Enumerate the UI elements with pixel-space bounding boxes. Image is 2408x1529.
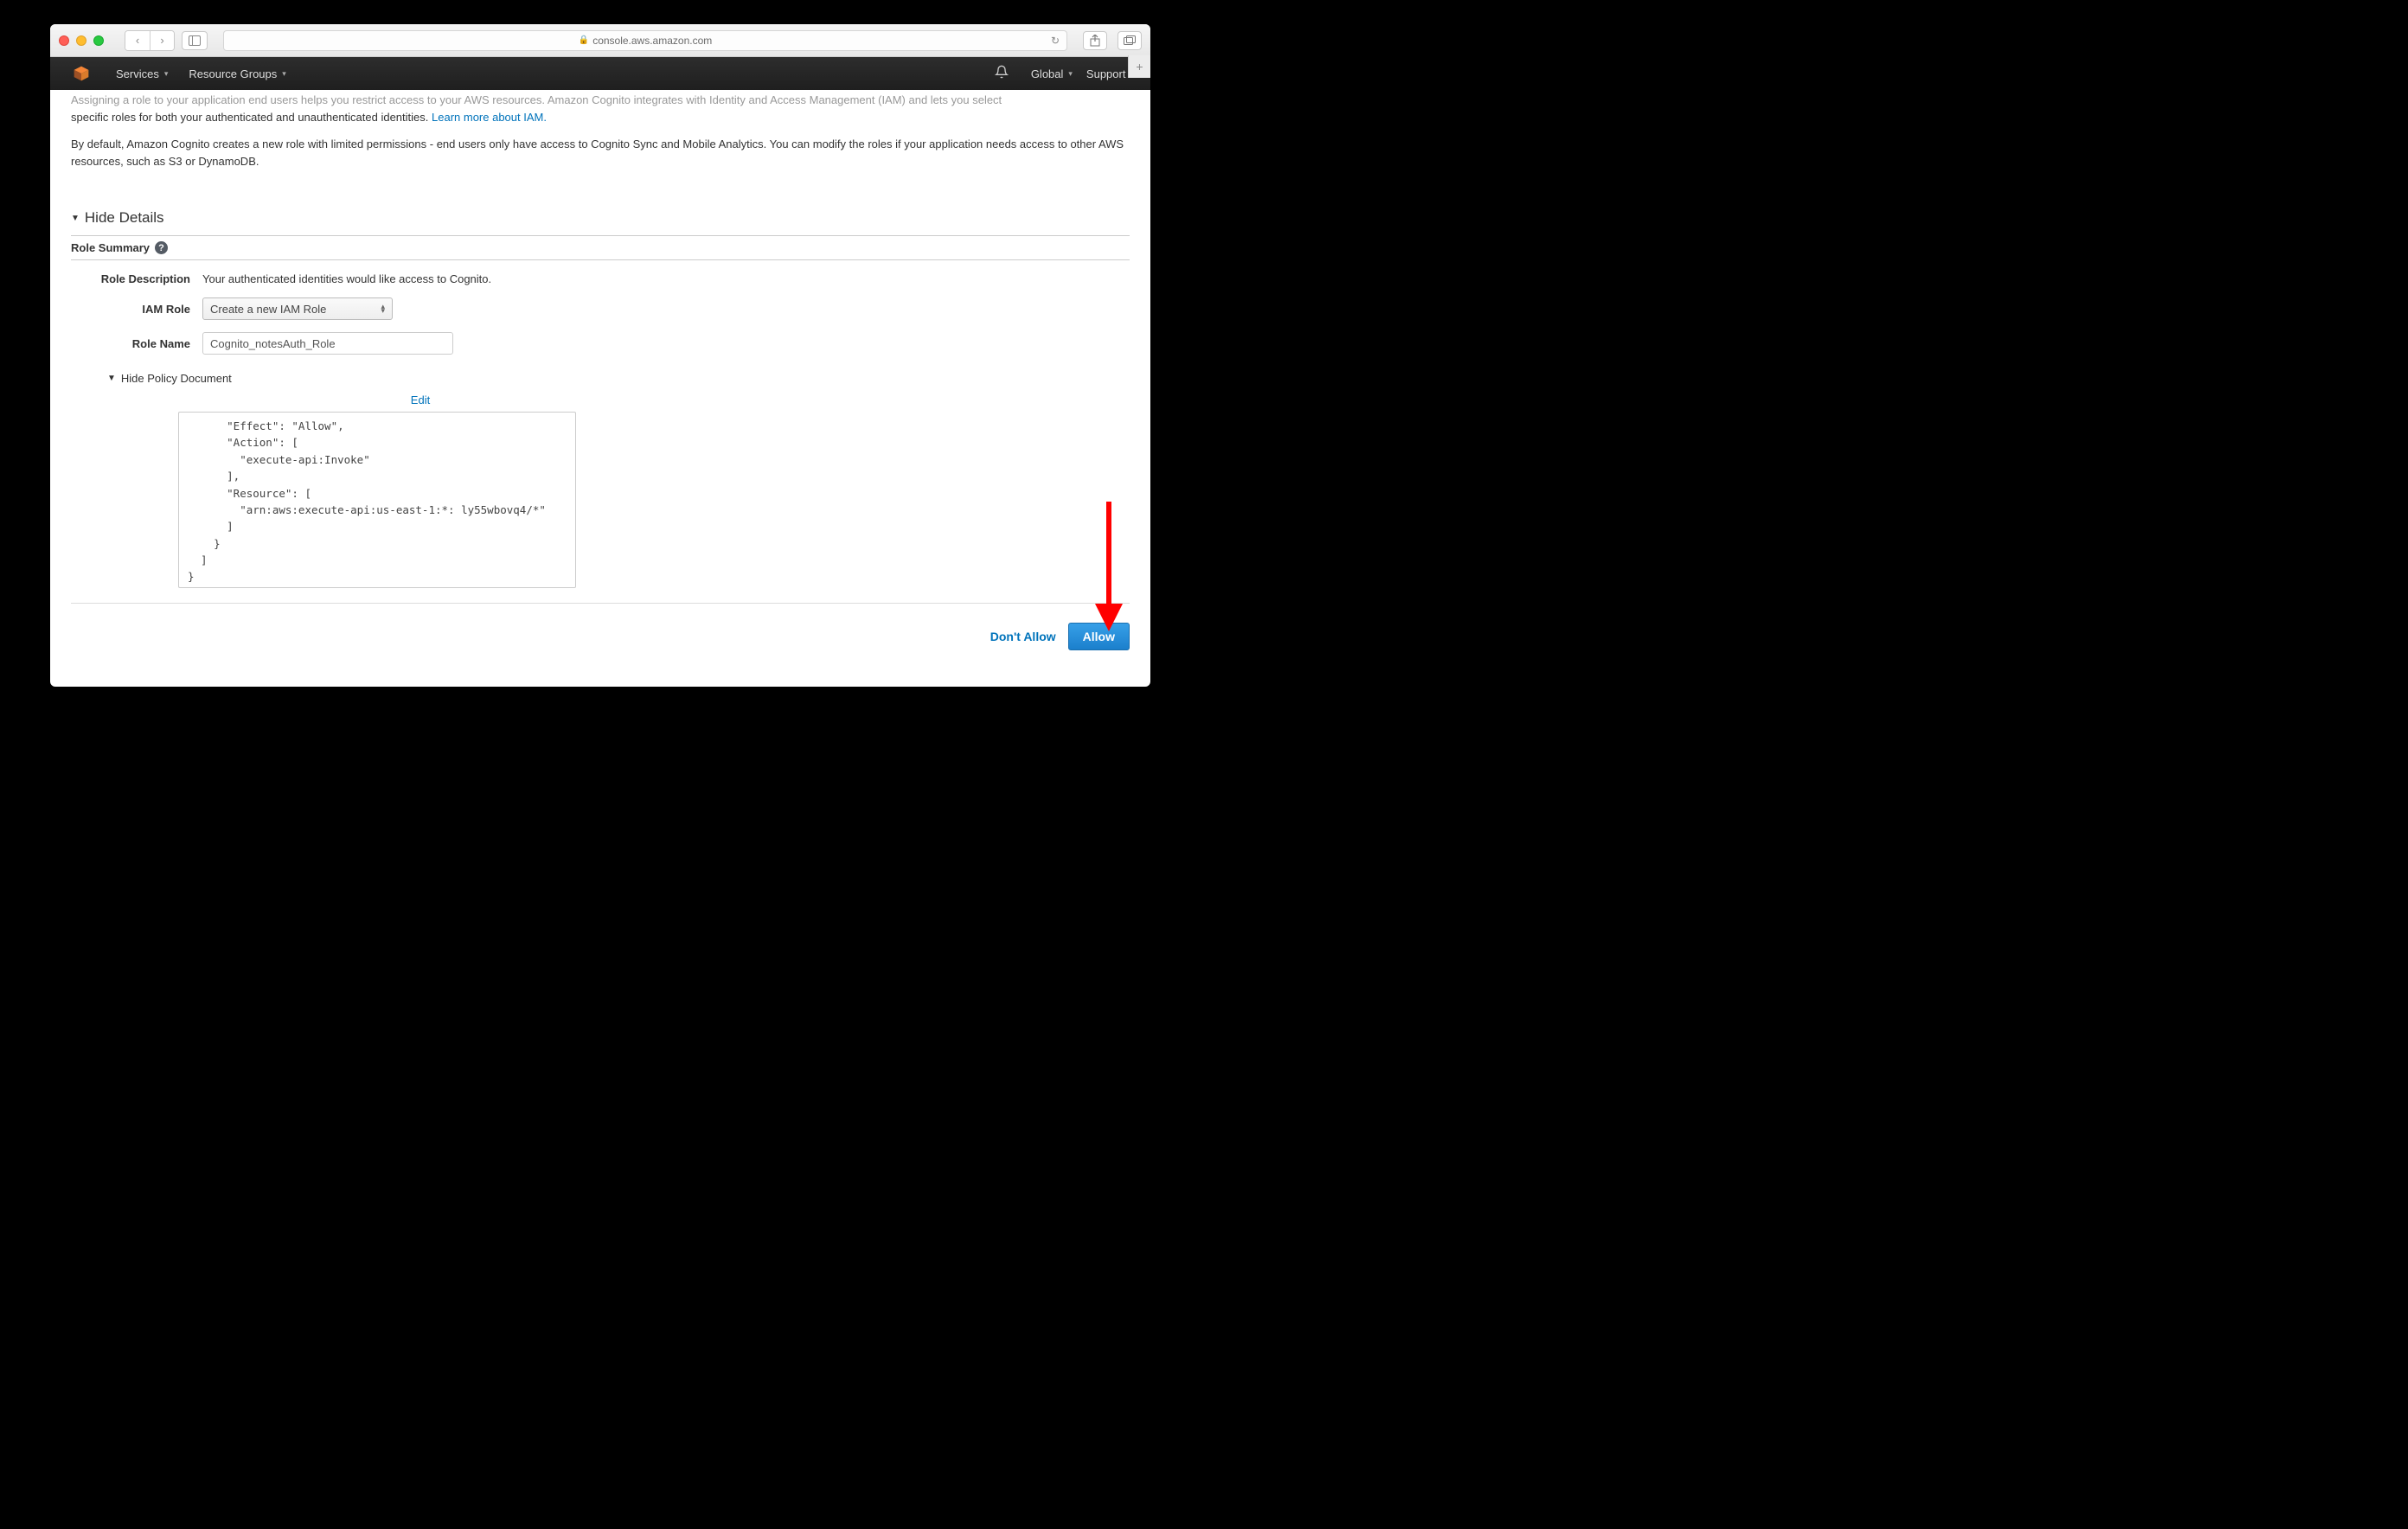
intro-line-2: specific roles for both your authenticat… [71, 111, 432, 124]
row-role-description: Role Description Your authenticated iden… [71, 272, 1130, 285]
annotation-arrow [1092, 502, 1126, 631]
nav-back-forward: ‹ › [125, 30, 175, 51]
url-host: console.aws.amazon.com [592, 35, 712, 47]
label-role-name: Role Name [71, 337, 202, 350]
minimize-window-button[interactable] [76, 35, 86, 46]
back-button[interactable]: ‹ [125, 31, 150, 50]
browser-window: ‹ › 🔒 console.aws.amazon.com ↻ + Service… [50, 24, 1150, 687]
page-content: Assigning a role to your application end… [50, 90, 1150, 687]
tabs-button[interactable] [1118, 31, 1142, 50]
iam-role-selected-value: Create a new IAM Role [210, 303, 326, 316]
browser-titlebar: ‹ › 🔒 console.aws.amazon.com ↻ [50, 24, 1150, 57]
share-button[interactable] [1083, 31, 1107, 50]
intro-cut-text: Assigning a role to your application end… [71, 93, 1002, 106]
role-name-input[interactable] [202, 332, 453, 355]
label-iam-role: IAM Role [71, 303, 202, 316]
services-label: Services [116, 67, 159, 80]
close-window-button[interactable] [59, 35, 69, 46]
row-iam-role: IAM Role Create a new IAM Role ▴▾ [71, 297, 1130, 320]
forward-button[interactable]: › [150, 31, 174, 50]
help-icon[interactable]: ? [155, 241, 168, 254]
footer-divider [71, 603, 1130, 604]
caret-down-icon: ▼ [71, 214, 80, 223]
label-role-description: Role Description [71, 272, 202, 285]
services-menu[interactable]: Services ▾ [109, 57, 175, 90]
resource-groups-label: Resource Groups [189, 67, 277, 80]
show-sidebar-button[interactable] [182, 31, 208, 50]
caret-down-icon: ▼ [107, 374, 116, 383]
resource-groups-menu[interactable]: Resource Groups ▾ [182, 57, 292, 90]
aws-logo-icon [73, 65, 90, 82]
policy-document-wrap [178, 406, 576, 591]
dont-allow-button[interactable]: Don't Allow [990, 630, 1056, 643]
maximize-window-button[interactable] [93, 35, 104, 46]
notifications-icon[interactable] [995, 65, 1009, 83]
toolbar-right [1083, 31, 1142, 50]
row-role-name: Role Name [71, 332, 1130, 355]
allow-button[interactable]: Allow [1068, 623, 1130, 650]
chevron-down-icon: ▾ [282, 69, 286, 79]
learn-more-iam-link[interactable]: Learn more about IAM. [432, 111, 547, 124]
edit-policy-link[interactable]: Edit [178, 393, 663, 406]
hide-policy-label: Hide Policy Document [121, 372, 232, 385]
chevron-down-icon: ▾ [164, 69, 169, 79]
address-bar[interactable]: 🔒 console.aws.amazon.com ↻ [223, 30, 1067, 51]
iam-role-select[interactable]: Create a new IAM Role ▴▾ [202, 297, 393, 320]
reload-icon[interactable]: ↻ [1051, 35, 1060, 47]
intro-paragraph-1: Assigning a role to your application end… [71, 92, 1130, 125]
value-role-description: Your authenticated identities would like… [202, 272, 491, 285]
role-summary-title: Role Summary [71, 241, 150, 254]
aws-top-nav: Services ▾ Resource Groups ▾ Global ▾ Su… [50, 57, 1150, 90]
chevron-down-icon: ▾ [1068, 69, 1073, 79]
intro-paragraph-2: By default, Amazon Cognito creates a new… [71, 136, 1130, 170]
window-controls [59, 35, 104, 46]
select-arrows-icon: ▴▾ [381, 304, 385, 314]
hide-details-toggle[interactable]: ▼ Hide Details [71, 209, 1130, 227]
footer-actions: Don't Allow Allow [71, 623, 1130, 650]
lock-icon: 🔒 [579, 35, 589, 45]
hide-details-label: Hide Details [85, 209, 164, 227]
role-summary-header: Role Summary ? [71, 235, 1130, 260]
new-tab-button[interactable]: + [1128, 55, 1150, 78]
region-menu[interactable]: Global ▾ [1024, 57, 1079, 90]
region-label: Global [1031, 67, 1064, 80]
hide-policy-toggle[interactable]: ▼ Hide Policy Document [107, 372, 1130, 385]
support-label: Support [1086, 67, 1126, 80]
policy-document-textarea[interactable] [178, 412, 576, 588]
